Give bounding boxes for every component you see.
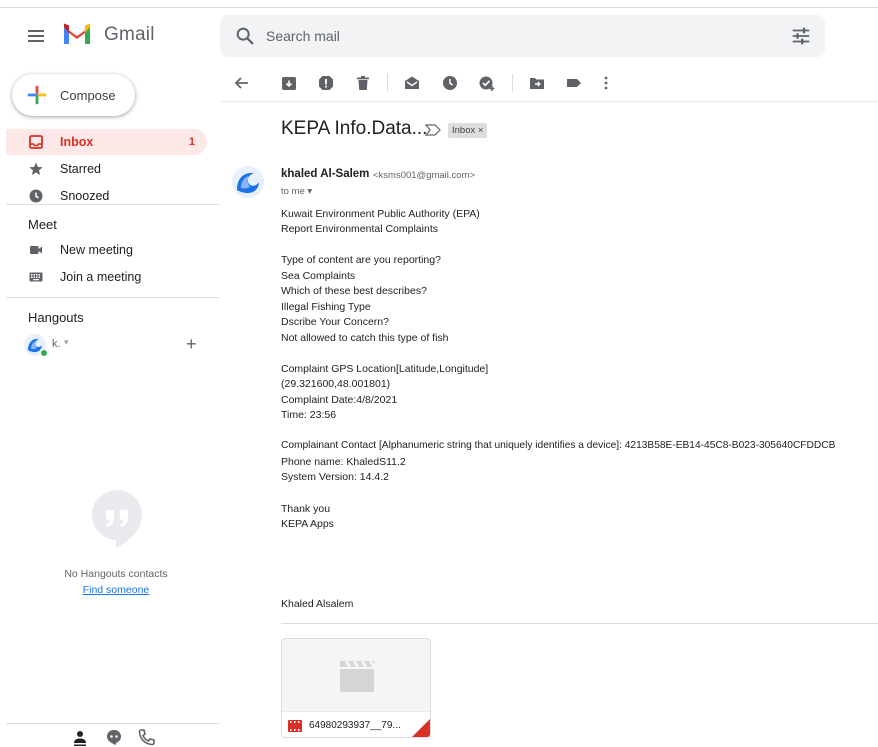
recipient-details-toggle[interactable]: to me ▾ [281, 186, 312, 197]
inbox-count-badge: 1 [188, 136, 195, 148]
toolbar-divider [220, 101, 878, 102]
hangouts-section-title: Hangouts [28, 310, 84, 325]
attachments-divider [281, 623, 878, 624]
search-icon[interactable] [234, 25, 256, 47]
hangouts-user-status[interactable]: k. ▾ + [24, 332, 204, 360]
email-body-line: Complainant Contact [Alphanumeric string… [281, 440, 836, 451]
chevron-down-icon[interactable]: ▾ [64, 337, 69, 348]
sidebar-bottom-divider [6, 723, 220, 724]
sidebar-item-label: Starred [60, 162, 101, 176]
search-options-icon[interactable] [790, 25, 812, 47]
email-body-line: Illegal Fishing Type [281, 301, 371, 313]
sidebar-item-label: Join a meeting [60, 270, 142, 284]
email-signature: Khaled Alsalem [281, 598, 354, 610]
email-body-line: Phone name: KhaledS11.2 [281, 456, 406, 468]
keyboard-icon [29, 272, 43, 282]
more-options-icon[interactable] [597, 74, 615, 92]
sidebar-divider [6, 204, 220, 205]
toolbar-separator [512, 74, 513, 92]
attachment-footer: 64980293937__79... [282, 711, 430, 737]
email-body-line: Time: 23:56 [281, 409, 337, 421]
sender-email: <ksms001@gmail.com> [373, 170, 476, 181]
sidebar-item-label: New meeting [60, 243, 133, 257]
compose-label: Compose [60, 88, 116, 103]
sidebar-item-new-meeting[interactable]: New meeting [6, 237, 207, 263]
video-file-icon [288, 720, 302, 732]
email-body-line: Sea Complaints [281, 270, 356, 282]
email-body-line: Type of content are you reporting? [281, 254, 441, 266]
attachment-corner-marker [412, 719, 430, 737]
meet-section-title: Meet [28, 217, 57, 232]
sidebar-item-join-meeting[interactable]: Join a meeting [6, 264, 207, 290]
quote-bubble-icon [92, 490, 142, 548]
email-body-line: Kuwait Environment Public Authority (EPA… [281, 208, 480, 220]
email-body-line: Not allowed to catch this type of fish [281, 332, 449, 344]
inbox-label-chip[interactable]: Inbox × [448, 123, 488, 138]
email-body-line: KEPA Apps [281, 518, 334, 530]
search-bar[interactable] [220, 15, 825, 57]
add-hangout-plus-icon[interactable]: + [186, 334, 197, 355]
sidebar-item-inbox[interactable]: Inbox 1 [6, 129, 207, 155]
snooze-clock-icon[interactable] [441, 74, 459, 92]
archive-icon[interactable] [280, 74, 298, 92]
importance-marker-icon[interactable] [425, 124, 441, 136]
email-body-line: (29.321600,48.001801) [281, 378, 391, 390]
clapperboard-icon [340, 660, 376, 692]
add-to-tasks-icon[interactable] [478, 74, 496, 92]
gmail-logo-text: Gmail [104, 24, 155, 45]
contacts-person-icon[interactable] [70, 728, 90, 746]
compose-button[interactable]: Compose [12, 74, 135, 116]
hangouts-user-name: k. [52, 338, 61, 350]
sidebar-item-starred[interactable]: Starred [6, 156, 207, 182]
email-body-line: Which of these best describes? [281, 285, 427, 297]
compose-plus-icon [27, 85, 47, 105]
email-body-line: Report Environmental Complaints [281, 223, 438, 235]
back-arrow-icon[interactable] [233, 74, 251, 92]
video-camera-icon [30, 246, 42, 254]
sidebar-item-snoozed[interactable]: Snoozed [6, 183, 207, 209]
toolbar-separator [387, 74, 388, 92]
find-someone-link[interactable]: Find someone [0, 584, 232, 596]
main-menu-button[interactable] [24, 24, 48, 48]
email-body-line: Complaint GPS Location[Latitude,Longitud… [281, 363, 489, 375]
search-input[interactable] [266, 15, 766, 57]
email-body-line: Complaint Date:4/8/2021 [281, 394, 398, 406]
email-subject: KEPA Info.Data... [281, 118, 428, 139]
video-attachment[interactable]: 64980293937__79... [281, 638, 431, 738]
sidebar-item-label: Snoozed [60, 189, 110, 203]
clock-icon [29, 189, 43, 203]
report-spam-icon[interactable] [317, 74, 335, 92]
email-body-line: Thank you [281, 503, 331, 515]
phone-icon[interactable] [136, 728, 156, 746]
gmail-logo-icon[interactable] [62, 22, 92, 46]
sidebar-item-label: Inbox [60, 135, 94, 149]
top-border [0, 7, 878, 8]
email-body-line: System Version: 14.4.2 [281, 471, 389, 483]
move-to-folder-icon[interactable] [528, 74, 546, 92]
star-icon [29, 162, 43, 175]
no-hangouts-contacts-text: No Hangouts contacts [64, 568, 168, 580]
label-tag-icon[interactable] [565, 74, 583, 92]
conversation-bubble-icon[interactable] [104, 728, 124, 746]
online-status-dot [40, 349, 48, 357]
mark-unread-icon[interactable] [403, 74, 421, 92]
sidebar-divider [6, 297, 220, 298]
sender-avatar-wave-icon[interactable] [232, 166, 264, 198]
attachment-file-name: 64980293937__79... [309, 720, 401, 731]
trash-icon[interactable] [354, 74, 372, 92]
inbox-icon [29, 135, 43, 149]
email-body-line: Dscribe Your Concern? [281, 316, 389, 328]
sender-name[interactable]: khaled Al-Salem [281, 168, 369, 180]
